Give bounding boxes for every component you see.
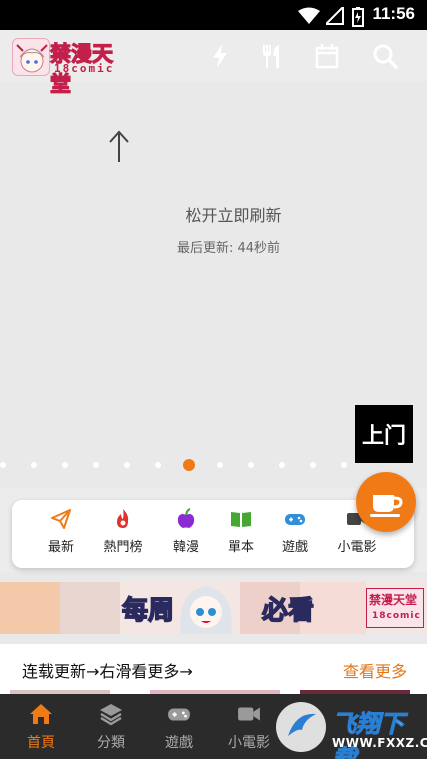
carousel-dot[interactable] <box>310 462 316 468</box>
carousel-dots <box>0 458 427 472</box>
logo-subtext: 18comic <box>54 62 115 75</box>
nav-tab-label: 首頁 <box>27 735 55 751</box>
nav-tab-1[interactable]: 首頁 <box>8 702 74 752</box>
gamepad-icon <box>285 514 305 525</box>
refresh-updated-time: 最后更新: 44秒前 <box>176 241 281 256</box>
banner-logo: 禁漫天堂 18comic <box>366 588 424 628</box>
paper-plane-icon <box>51 509 71 529</box>
section-title: 连载更新→右滑看更多→ <box>22 662 193 681</box>
carousel-dot[interactable] <box>279 462 285 468</box>
category-label: 遊戲 <box>281 540 308 555</box>
fork-knife-icon[interactable] <box>258 42 286 70</box>
category-4[interactable]: 單本 <box>212 508 270 555</box>
category-label: 小電影 <box>337 540 377 555</box>
category-label: 熱門榜 <box>103 540 143 555</box>
carousel-dot[interactable] <box>248 462 254 468</box>
status-bar: 11:56 <box>0 0 427 30</box>
category-card: 最新 熱門榜 韓漫 單本 遊戲 小電影 <box>12 500 414 568</box>
watermark-logo <box>276 702 326 752</box>
layers-icon <box>100 704 122 726</box>
logo-avatar <box>12 38 50 76</box>
refresh-title: 松开立即刷新 <box>185 206 282 225</box>
up-button[interactable]: 上门 <box>355 405 413 463</box>
lightning-icon[interactable] <box>206 42 234 70</box>
watermark: 飞翔下载 WWW.FXXZ.COM <box>270 698 427 759</box>
carousel-dot[interactable] <box>93 462 99 468</box>
carousel-dot[interactable] <box>124 462 130 468</box>
view-more-link[interactable]: 查看更多 <box>343 658 407 682</box>
search-icon[interactable] <box>371 42 399 70</box>
home-icon <box>30 704 52 724</box>
category-label: 單本 <box>227 540 254 555</box>
nav-tab-label: 分類 <box>97 735 125 751</box>
watermark-title: 飞翔下载 <box>332 710 405 759</box>
category-label: 最新 <box>47 540 74 555</box>
app-logo[interactable]: 禁漫天堂 18comic <box>12 38 132 97</box>
calendar-icon[interactable] <box>313 42 341 70</box>
category-5[interactable]: 遊戲 <box>266 508 324 555</box>
battery-icon <box>352 7 364 27</box>
carousel-dot[interactable] <box>62 462 68 468</box>
apple-icon <box>177 508 195 528</box>
nav-tab-2[interactable]: 分類 <box>78 702 144 752</box>
category-2[interactable]: 熱門榜 <box>94 508 152 555</box>
watermark-url: WWW.FXXZ.COM <box>332 736 427 750</box>
category-3[interactable]: 韓漫 <box>157 508 215 555</box>
category-1[interactable]: 最新 <box>32 508 90 555</box>
banner-text-right: 必看 <box>261 595 315 627</box>
carousel-dot[interactable] <box>155 462 161 468</box>
open-book-icon <box>231 512 251 527</box>
wifi-icon <box>298 7 320 24</box>
category-label: 韓漫 <box>172 540 199 555</box>
video-icon <box>238 707 260 721</box>
carousel-dot[interactable] <box>0 462 6 468</box>
carousel-dot[interactable] <box>341 462 347 468</box>
banner-character <box>180 586 232 634</box>
flame-icon <box>117 509 129 528</box>
banner-logo-subtext: 18comic <box>372 611 421 621</box>
nav-tab-3[interactable]: 遊戲 <box>146 702 212 752</box>
carousel-dot[interactable] <box>31 462 37 468</box>
serial-updates-header: 连载更新→右滑看更多→ 查看更多 <box>0 644 427 692</box>
banner-text-left: 每周 <box>121 595 175 627</box>
promo-banner[interactable]: 每周 必看 禁漫天堂 18comic <box>0 582 427 634</box>
banner-logo-text: 禁漫天堂 <box>369 593 418 607</box>
arrow-up-icon <box>109 130 129 162</box>
status-time: 11:56 <box>372 4 415 23</box>
gamepad-icon <box>168 708 190 721</box>
coffee-cup-icon <box>370 495 403 517</box>
coffee-fab[interactable] <box>356 472 416 532</box>
carousel-dot[interactable] <box>217 462 223 468</box>
carousel-dot-active[interactable] <box>183 459 195 471</box>
app-screen: 11:56 禁漫天堂 18comic 松开立即刷新 最后更新: 44秒前 上门 … <box>0 0 427 759</box>
signal-icon <box>326 7 344 25</box>
app-bar: 禁漫天堂 18comic <box>0 30 427 97</box>
nav-tab-label: 遊戲 <box>165 735 193 751</box>
